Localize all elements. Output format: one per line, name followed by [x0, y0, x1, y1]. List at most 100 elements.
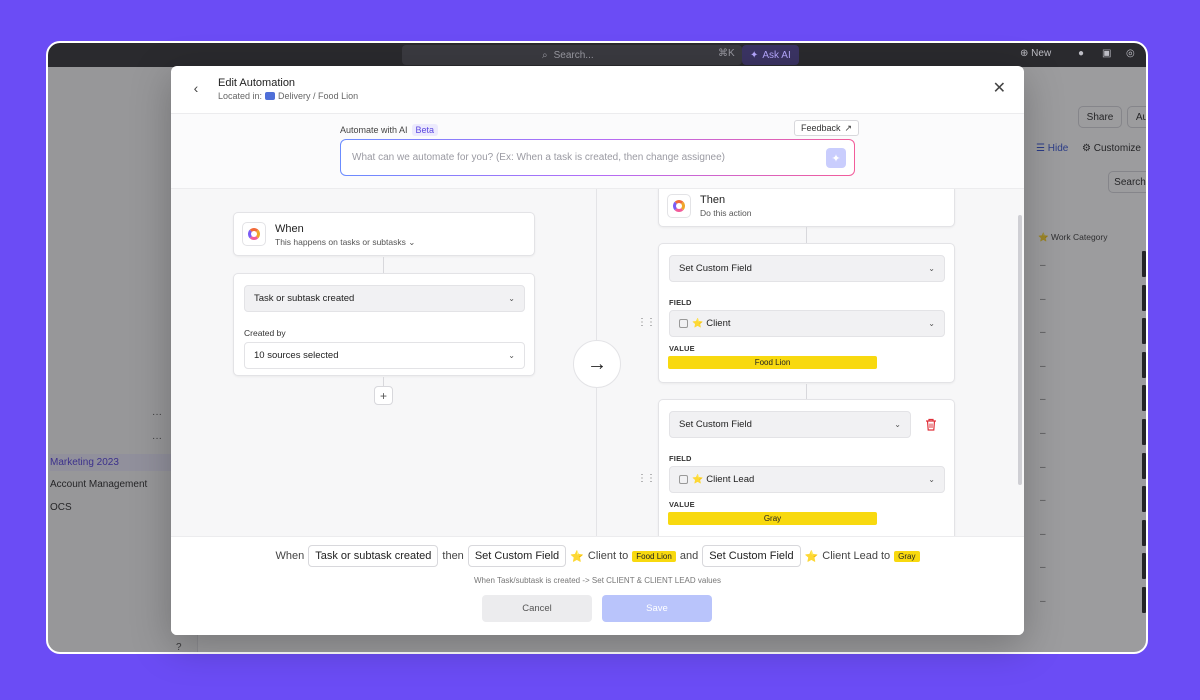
- modal-header: ‹ Edit Automation Located in: Delivery /…: [171, 66, 1024, 114]
- chevron-down-icon: ⌄: [928, 264, 935, 273]
- ai-submit-sparkle-icon[interactable]: ✦: [826, 148, 846, 168]
- then-subtitle: Do this action: [700, 208, 752, 218]
- ai-label: Automate with AI Beta: [340, 124, 439, 136]
- summary-field: Client to: [587, 550, 629, 562]
- value-option[interactable]: Gray: [668, 512, 877, 525]
- check-circle-icon[interactable]: ●: [1078, 48, 1084, 59]
- truck-icon: [265, 92, 276, 100]
- ai-label-text: Automate with AI: [340, 125, 408, 135]
- summary-sentence: When Task or subtask created then Set Cu…: [171, 545, 1024, 567]
- clickup-logo-icon: [242, 222, 266, 246]
- edit-automation-modal: ‹ Edit Automation Located in: Delivery /…: [171, 66, 1024, 635]
- summary-value-pill: Gray: [894, 550, 920, 562]
- created-by-value: 10 sources selected: [254, 350, 339, 361]
- summary-action-chip[interactable]: Set Custom Field: [467, 545, 567, 567]
- sparkle-icon: ✦: [750, 49, 759, 61]
- created-by-label: Created by: [244, 328, 286, 338]
- search-shortcut: ⌘K: [718, 48, 735, 59]
- located-in-label: Located in:: [218, 91, 263, 101]
- dropdown-field-icon: [679, 319, 688, 328]
- summary-description: When Task/subtask is created -> Set CLIE…: [474, 576, 721, 585]
- close-icon[interactable]: ✕: [993, 80, 1006, 98]
- chevron-down-icon: ⌄: [408, 237, 416, 247]
- star-icon: ⭐: [692, 318, 704, 328]
- summary-and: and: [679, 550, 699, 562]
- field-select[interactable]: ⭐ Client ⌄: [669, 310, 945, 337]
- ai-prompt-placeholder[interactable]: What can we automate for you? (Ex: When …: [352, 152, 725, 163]
- when-card[interactable]: When This happens on tasks or subtasks ⌄: [233, 212, 535, 256]
- arrow-right-icon: →: [573, 340, 621, 388]
- value-label: VALUE: [669, 344, 695, 353]
- then-card: Then Do this action: [658, 189, 955, 227]
- feedback-button[interactable]: Feedback ↗: [794, 120, 860, 136]
- automation-summary: When Task or subtask created then Set Cu…: [171, 536, 1024, 635]
- trigger-card: Task or subtask created ⌄ Created by 10 …: [233, 273, 535, 376]
- connector-line: [806, 227, 807, 243]
- scrollbar[interactable]: [1018, 215, 1022, 485]
- created-by-select[interactable]: 10 sources selected ⌄: [244, 342, 525, 369]
- clickup-logo-icon: [667, 194, 691, 218]
- automation-canvas: When This happens on tasks or subtasks ⌄…: [171, 189, 1024, 536]
- action-value: Set Custom Field: [679, 263, 752, 274]
- summary-action-chip[interactable]: Set Custom Field: [702, 545, 801, 567]
- then-title: Then: [700, 194, 726, 206]
- new-button[interactable]: ⊕ New: [1020, 48, 1051, 59]
- star-icon: ⭐: [570, 550, 584, 563]
- cancel-button[interactable]: Cancel: [482, 595, 592, 622]
- dropdown-field-icon: [679, 475, 688, 484]
- summary-field: Client Lead to: [822, 550, 891, 562]
- calendar-icon[interactable]: ▣: [1102, 48, 1111, 59]
- summary-trigger-chip[interactable]: Task or subtask created: [308, 545, 439, 567]
- action-select[interactable]: Set Custom Field ⌄: [669, 255, 945, 282]
- chevron-down-icon: ⌄: [508, 351, 515, 360]
- top-bar: ⌕ Search... ⌘K ✦ Ask AI ⊕ New ● ▣ ◎: [48, 43, 1146, 67]
- star-icon: ⭐: [692, 474, 704, 484]
- chevron-down-icon: ⌄: [928, 319, 935, 328]
- field-value: Client: [706, 318, 731, 329]
- ai-section: Automate with AI Beta Feedback ↗ What ca…: [171, 114, 1024, 189]
- plus-circle-icon: ⊕: [1020, 48, 1029, 59]
- save-button[interactable]: Save: [602, 595, 712, 622]
- connector-line: [383, 257, 384, 273]
- trigger-value: Task or subtask created: [254, 293, 355, 304]
- back-icon[interactable]: ‹: [189, 80, 203, 96]
- action-select[interactable]: Set Custom Field ⌄: [669, 411, 911, 438]
- chevron-down-icon: ⌄: [928, 475, 935, 484]
- drag-handle-icon[interactable]: ⋮⋮: [637, 317, 656, 328]
- chevron-down-icon: ⌄: [894, 420, 901, 429]
- search-placeholder: Search...: [553, 49, 594, 61]
- global-search[interactable]: ⌕ Search...: [402, 45, 742, 65]
- field-select[interactable]: ⭐ Client Lead ⌄: [669, 466, 945, 493]
- summary-then: then: [442, 550, 464, 562]
- ask-ai-button[interactable]: ✦ Ask AI: [742, 45, 799, 65]
- field-label: FIELD: [669, 454, 692, 463]
- field-label: FIELD: [669, 298, 692, 307]
- chevron-down-icon: ⌄: [508, 294, 515, 303]
- modal-title: Edit Automation: [218, 77, 296, 89]
- location-path[interactable]: Delivery / Food Lion: [278, 91, 358, 101]
- action-value: Set Custom Field: [679, 419, 752, 430]
- field-value: Client Lead: [706, 474, 755, 485]
- summary-value-pill: Food Lion: [632, 550, 676, 562]
- feedback-label: Feedback: [801, 123, 841, 133]
- connector-line: [806, 384, 807, 399]
- action-card: Set Custom Field ⌄ FIELD ⭐ Client Lead ⌄…: [658, 399, 955, 536]
- when-subtitle-text: This happens on tasks or subtasks: [275, 237, 406, 247]
- action-card: Set Custom Field ⌄ FIELD ⭐ Client ⌄ VALU…: [658, 243, 955, 383]
- search-icon: ⌕: [542, 49, 548, 61]
- drag-handle-icon[interactable]: ⋮⋮: [637, 473, 656, 484]
- value-label: VALUE: [669, 500, 695, 509]
- when-title: When: [275, 223, 304, 235]
- trigger-select[interactable]: Task or subtask created ⌄: [244, 285, 525, 312]
- value-option[interactable]: Food Lion: [668, 356, 877, 369]
- star-icon: ⭐: [804, 550, 819, 563]
- settings-icon[interactable]: ◎: [1126, 48, 1135, 59]
- location-breadcrumb: Located in: Delivery / Food Lion: [218, 91, 358, 101]
- trash-icon[interactable]: [924, 417, 938, 431]
- add-step-button[interactable]: +: [374, 386, 393, 405]
- new-label: New: [1031, 48, 1052, 59]
- external-link-icon: ↗: [844, 122, 853, 133]
- ai-prompt-field[interactable]: What can we automate for you? (Ex: When …: [340, 139, 855, 176]
- beta-badge: Beta: [411, 124, 439, 136]
- when-subtitle[interactable]: This happens on tasks or subtasks ⌄: [275, 237, 415, 248]
